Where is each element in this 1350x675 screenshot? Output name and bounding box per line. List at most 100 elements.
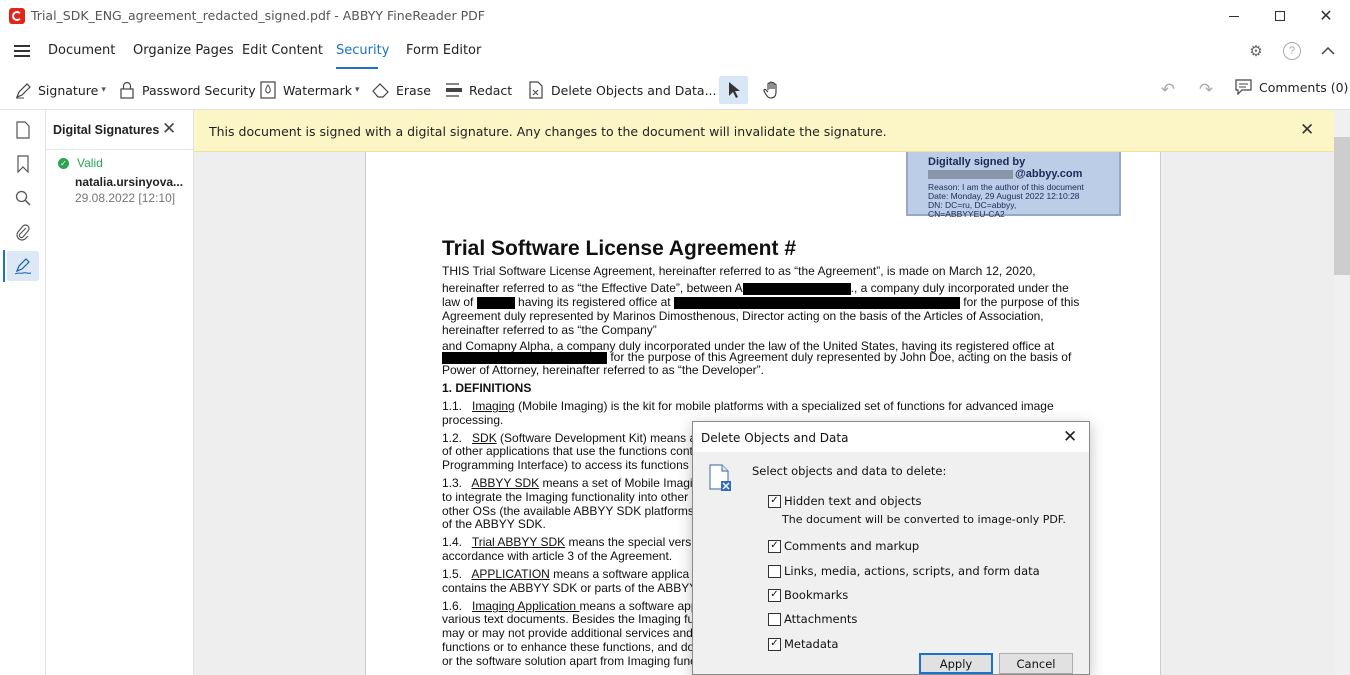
password-security-label: Password Security [142, 82, 256, 98]
stamp-cn: CN=ABBYYEU-CA2 [928, 209, 1005, 219]
doc-line: hereinafter referred to as “the Company” [442, 323, 657, 337]
dialog-title: Delete Objects and Data [701, 431, 849, 445]
check-circle-icon: ✓ [58, 157, 69, 169]
app-logo-icon [9, 8, 25, 24]
scrollbar-thumb[interactable] [1334, 137, 1350, 275]
menu-edit-content[interactable]: Edit Content [242, 43, 323, 58]
delete-objects-button[interactable]: Delete Objects and Data... [527, 78, 717, 102]
security-toolbar: Signature ▾ Password Security Watermark ▾ … [0, 70, 1350, 110]
signature-date: 29.08.2022 [12:10] [75, 191, 176, 205]
divider [46, 149, 193, 150]
signer-name[interactable]: natalia.ursinyova... [75, 175, 183, 189]
settings-gear-icon[interactable]: ⚙ [1247, 42, 1265, 60]
minimize-button[interactable] [1211, 0, 1257, 32]
doc-line: for the purpose of this Agreement duly r… [442, 350, 1085, 364]
option-bookmarks[interactable]: ✓ Bookmarks [768, 588, 848, 602]
pages-icon[interactable] [7, 115, 39, 145]
checkbox-unchecked[interactable] [768, 564, 781, 578]
hamburger-menu-icon[interactable] [14, 45, 30, 57]
doc-line: hereinafter referred to as “the Effectiv… [442, 281, 1069, 295]
password-security-button[interactable]: Password Security [118, 78, 256, 102]
attachments-paperclip-icon[interactable] [7, 217, 39, 247]
stamp-title: Digitally signed by [928, 156, 1026, 168]
option-label: Comments and markup [784, 539, 920, 553]
redact-button[interactable]: Redact [445, 78, 512, 102]
redact-icon [445, 81, 463, 99]
watermark-label: Watermark [283, 82, 352, 98]
option-metadata[interactable]: ✓ Metadata [768, 637, 838, 651]
close-window-button[interactable]: ✕ [1303, 0, 1349, 32]
hand-tool-button[interactable] [758, 76, 786, 104]
blurred-email [928, 169, 1013, 179]
digital-signatures-panel: Digital Signatures ✕ ✓ Valid natalia.urs… [46, 110, 194, 675]
checkbox-checked[interactable]: ✓ [768, 539, 781, 553]
cursor-arrow-icon [728, 82, 740, 98]
search-icon[interactable] [7, 183, 39, 213]
maximize-button[interactable] [1257, 0, 1303, 32]
help-icon[interactable]: ? [1283, 42, 1301, 60]
signature-stamp[interactable]: Digitally signed by @abbyy.com Reason: I… [906, 148, 1121, 219]
hand-icon [763, 81, 777, 99]
delete-objects-dialog: Delete Objects and Data ✕ Select objects… [692, 421, 1090, 675]
redaction-box [476, 296, 515, 309]
checkbox-unchecked[interactable] [768, 612, 781, 626]
redaction-box [673, 296, 960, 309]
option-label: Bookmarks [784, 588, 849, 602]
signatures-pen-icon[interactable] [7, 251, 39, 281]
bookmarks-icon[interactable] [7, 149, 39, 179]
checkbox-checked[interactable]: ✓ [768, 494, 781, 508]
menu-bar: Document Organize Pages Edit Content Sec… [0, 32, 1350, 70]
redaction-box [742, 282, 851, 295]
menu-form-editor[interactable]: Form Editor [406, 43, 481, 58]
redo-icon[interactable]: ↷ [1195, 79, 1217, 101]
option-attachments[interactable]: Attachments [768, 612, 857, 626]
lock-icon [118, 81, 136, 99]
watermark-dropdown[interactable]: Watermark ▾ [259, 78, 359, 102]
dialog-close-icon[interactable]: ✕ [1063, 427, 1077, 447]
menu-security[interactable]: Security [336, 43, 389, 58]
menu-organize-pages[interactable]: Organize Pages [133, 43, 234, 58]
comments-label: Comments (0) [1259, 79, 1349, 95]
close-banner-icon[interactable]: ✕ [1300, 120, 1314, 140]
active-menu-indicator [336, 67, 378, 69]
chevron-down-icon: ▾ [354, 85, 360, 95]
doc-line: 1.1. Imaging (Mobile Imaging) is the kit… [442, 399, 1054, 413]
doc-line: Agreement duly represented by Marinos Di… [442, 309, 1044, 323]
option-label: Hidden text and objects [784, 494, 922, 508]
comments-button[interactable]: Comments (0) [1235, 78, 1348, 96]
checkbox-checked[interactable]: ✓ [768, 588, 781, 602]
undo-icon[interactable]: ↶ [1157, 79, 1179, 101]
erase-button[interactable]: Erase [372, 78, 431, 102]
option-comments-markup[interactable]: ✓ Comments and markup [768, 539, 919, 553]
select-tool-button[interactable] [719, 76, 748, 104]
signature-label: Signature [38, 82, 99, 98]
doc-line: THIS Trial Software License Agreement, h… [442, 264, 1036, 278]
close-panel-icon[interactable]: ✕ [162, 119, 176, 139]
apply-button[interactable]: Apply [919, 653, 993, 674]
menu-document[interactable]: Document [48, 43, 115, 58]
banner-text: This document is signed with a digital s… [209, 124, 887, 139]
dialog-prompt: Select objects and data to delete: [752, 464, 947, 478]
dialog-titlebar: Delete Objects and Data ✕ [693, 422, 1089, 452]
signature-dropdown[interactable]: Signature ▾ [14, 78, 106, 102]
doc-line: Power of Attorney, hereinafter referred … [442, 363, 764, 377]
rail-active-indicator [3, 250, 5, 282]
section-heading: 1. DEFINITIONS [442, 381, 532, 395]
option-links-media[interactable]: Links, media, actions, scripts, and form… [768, 564, 1040, 578]
option-label: Links, media, actions, scripts, and form… [784, 564, 1040, 578]
panel-title: Digital Signatures [53, 123, 160, 137]
signature-warning-banner: This document is signed with a digital s… [194, 110, 1334, 152]
signature-entry[interactable]: ✓ Valid [58, 156, 103, 170]
option-hidden-text[interactable]: ✓ Hidden text and objects [768, 494, 922, 508]
checkbox-checked[interactable]: ✓ [768, 637, 781, 651]
redact-label: Redact [469, 82, 513, 98]
collapse-ribbon-chevron-icon[interactable] [1319, 42, 1337, 60]
erase-label: Erase [396, 82, 431, 98]
watermark-icon [259, 81, 277, 99]
eraser-icon [372, 81, 390, 99]
signature-status: Valid [77, 156, 103, 170]
comment-icon [1235, 78, 1253, 96]
option-label: Attachments [784, 612, 858, 626]
document-title: Trial Software License Agreement # [442, 237, 797, 260]
cancel-button[interactable]: Cancel [999, 653, 1073, 674]
